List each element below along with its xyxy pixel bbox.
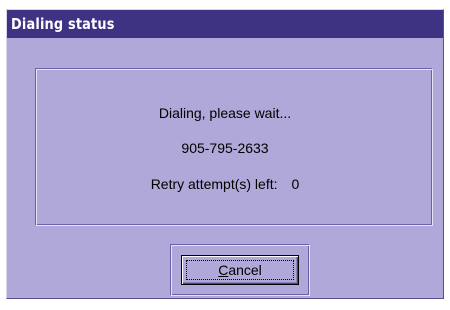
phone-number: 905-795-2633 [181,140,269,156]
title-bar[interactable]: Dialing status [7,10,443,38]
cancel-label-rest: ancel [228,262,262,278]
retry-label: Retry attempt(s) left: [150,176,278,192]
dialing-message: Dialing, please wait... [158,105,292,121]
cancel-mnemonic: C [218,262,229,278]
dialing-status-dialog: Dialing status Dialing, please wait... 9… [6,9,444,299]
window-title: Dialing status [11,15,115,33]
focus-rectangle: Cancel [186,260,294,280]
cancel-button[interactable]: Cancel [181,255,299,285]
retry-status: Retry attempt(s) left: 0 [7,176,443,192]
retry-count: 0 [291,176,300,192]
